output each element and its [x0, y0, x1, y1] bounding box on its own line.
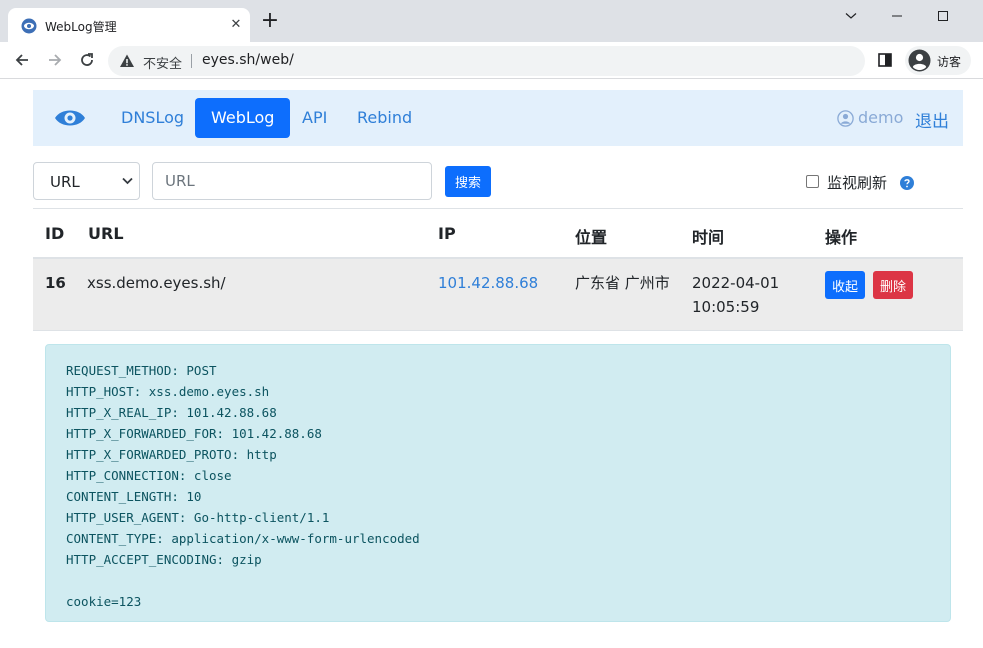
collapse-button[interactable]: 收起 [825, 271, 866, 299]
cell-time: 2022-04-01 10:05:59 [692, 274, 780, 316]
monitor-refresh-checkbox[interactable] [806, 175, 819, 188]
detail-line: HTTP_X_FORWARDED_FOR: 101.42.88.68 [66, 426, 322, 441]
nav-api[interactable]: API [302, 98, 327, 138]
detail-line: cookie=123 [66, 594, 142, 609]
address-bar[interactable]: 不安全 eyes.sh/web/ [108, 46, 865, 76]
reload-button[interactable] [75, 48, 99, 72]
detail-line: HTTP_X_FORWARDED_PROTO: http [66, 447, 277, 462]
select-value: URL [50, 173, 80, 191]
detail-line: CONTENT_TYPE: application/x-www-form-url… [66, 531, 420, 546]
detail-line: CONTENT_LENGTH: 10 [66, 489, 202, 504]
detail-line: HTTP_X_REAL_IP: 101.42.88.68 [66, 405, 277, 420]
column-header-location: 位置 [575, 228, 608, 247]
question-circle-icon[interactable] [900, 176, 914, 190]
cell-url: xss.demo.eyes.sh/ [87, 274, 226, 292]
detail-line: HTTP_USER_AGENT: Go-http-client/1.1 [66, 510, 330, 525]
avatar-icon [908, 49, 931, 72]
detail-line [66, 570, 930, 591]
maximize-icon [938, 11, 948, 21]
cell-ip-link[interactable]: 101.42.88.68 [438, 271, 538, 295]
detail-line: REQUEST_METHOD: POST [66, 363, 217, 378]
warning-triangle-icon[interactable] [119, 53, 135, 69]
site-navbar: DNSLog WebLog API Rebind demo 退出 [33, 90, 963, 146]
search-button[interactable]: 搜索 [445, 166, 491, 197]
column-header-url: URL [88, 224, 124, 243]
table-row: 16 xss.demo.eyes.sh/ 101.42.88.68 广东省 广州… [33, 259, 963, 331]
current-user: demo [858, 108, 904, 127]
chevron-down-icon [845, 13, 857, 19]
cell-location: 广东省 广州市 [575, 274, 670, 292]
column-header-time: 时间 [692, 228, 725, 247]
url-text[interactable]: eyes.sh/web/ [202, 52, 294, 68]
delete-button[interactable]: 删除 [873, 271, 914, 299]
reload-icon [81, 53, 93, 66]
nav-weblog[interactable]: WebLog [195, 98, 291, 138]
arrow-left-icon [15, 54, 28, 66]
eye-icon[interactable] [53, 106, 87, 130]
detail-line: HTTP_CONNECTION: close [66, 468, 232, 483]
nav-dnslog[interactable]: DNSLog [121, 98, 184, 138]
tab-close-icon[interactable]: ✕ [228, 17, 244, 33]
tab-search-button[interactable] [828, 0, 874, 32]
column-header-ip: IP [438, 224, 456, 243]
omnibox-divider [191, 54, 192, 68]
logout-link[interactable]: 退出 [915, 107, 949, 132]
chevron-down-icon [122, 177, 133, 185]
eye-icon [21, 18, 37, 34]
minimize-button[interactable] [874, 0, 920, 32]
detail-line: HTTP_HOST: xss.demo.eyes.sh [66, 384, 270, 399]
detail-line: HTTP_ACCEPT_ENCODING: gzip [66, 552, 262, 567]
search-field-select[interactable]: URL [33, 162, 140, 200]
minimize-icon [892, 15, 902, 17]
request-detail-panel: REQUEST_METHOD: POST HTTP_HOST: xss.demo… [45, 344, 951, 622]
column-header-actions: 操作 [825, 228, 858, 247]
side-panel-icon[interactable] [878, 53, 892, 67]
browser-toolbar: 不安全 eyes.sh/web/ 访客 [0, 42, 983, 79]
maximize-button[interactable] [920, 0, 966, 32]
arrow-right-icon [49, 54, 62, 66]
user-circle-icon [837, 110, 854, 127]
monitor-refresh-label[interactable]: 监视刷新 [827, 172, 887, 193]
new-tab-button[interactable]: + [260, 10, 280, 32]
forward-button[interactable] [43, 48, 67, 72]
security-status[interactable]: 不安全 [143, 53, 182, 72]
nav-rebind[interactable]: Rebind [357, 98, 412, 138]
search-input[interactable] [152, 162, 432, 200]
back-button[interactable] [10, 48, 34, 72]
profile-button[interactable]: 访客 [905, 46, 971, 75]
table-top-border [33, 208, 963, 209]
cell-id: 16 [45, 274, 66, 292]
browser-tab[interactable]: WebLog管理 ✕ [8, 8, 250, 42]
profile-label: 访客 [937, 55, 962, 69]
tab-title: WebLog管理 [45, 20, 117, 34]
browser-tab-strip: WebLog管理 ✕ + [0, 0, 983, 42]
column-header-id: ID [45, 224, 65, 243]
